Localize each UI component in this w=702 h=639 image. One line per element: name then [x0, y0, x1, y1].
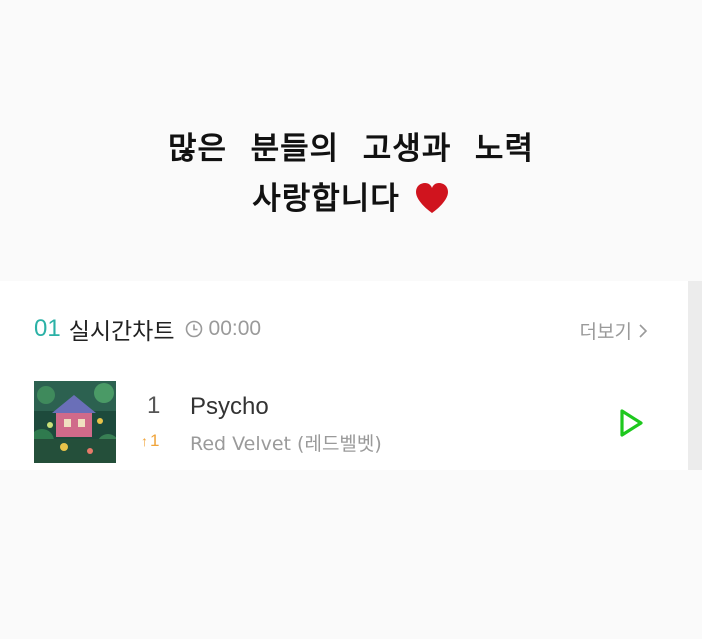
caption: 많은 분들의 고생과 노력 사랑합니다 — [0, 124, 702, 224]
song-rank: 1 — [147, 392, 161, 419]
clock-icon — [185, 320, 202, 338]
caption-line-1: 많은 분들의 고생과 노력 — [168, 131, 534, 167]
album-cover[interactable] — [34, 381, 116, 463]
rank-change: ↑ 1 — [141, 431, 159, 451]
chart-time: 00:00 — [208, 317, 262, 340]
song-title[interactable]: Psycho — [190, 393, 269, 421]
caption-line-2-text: 사랑합니다 — [252, 181, 400, 217]
chart-title[interactable]: 실시간차트 — [69, 312, 175, 346]
chevron-right-icon — [639, 323, 648, 338]
more-button[interactable]: 더보기 — [580, 317, 648, 344]
chart-header: 01 실시간차트 00:00 — [34, 311, 261, 347]
play-icon[interactable] — [617, 407, 645, 439]
caption-line-2: 사랑합니다 — [0, 174, 702, 224]
rank-change-value: 1 — [150, 431, 160, 450]
scrollbar-track — [688, 281, 702, 470]
realtime-chart-card: 01 실시간차트 00:00 더보기 1 ↑ 1 Psycho Red Velv… — [0, 281, 688, 470]
heart-icon — [415, 182, 448, 213]
song-artist[interactable]: Red Velvet (레드벨벳) — [190, 429, 382, 456]
chart-number: 01 — [34, 315, 61, 342]
up-arrow-icon: ↑ — [141, 433, 148, 449]
more-label: 더보기 — [579, 321, 632, 343]
